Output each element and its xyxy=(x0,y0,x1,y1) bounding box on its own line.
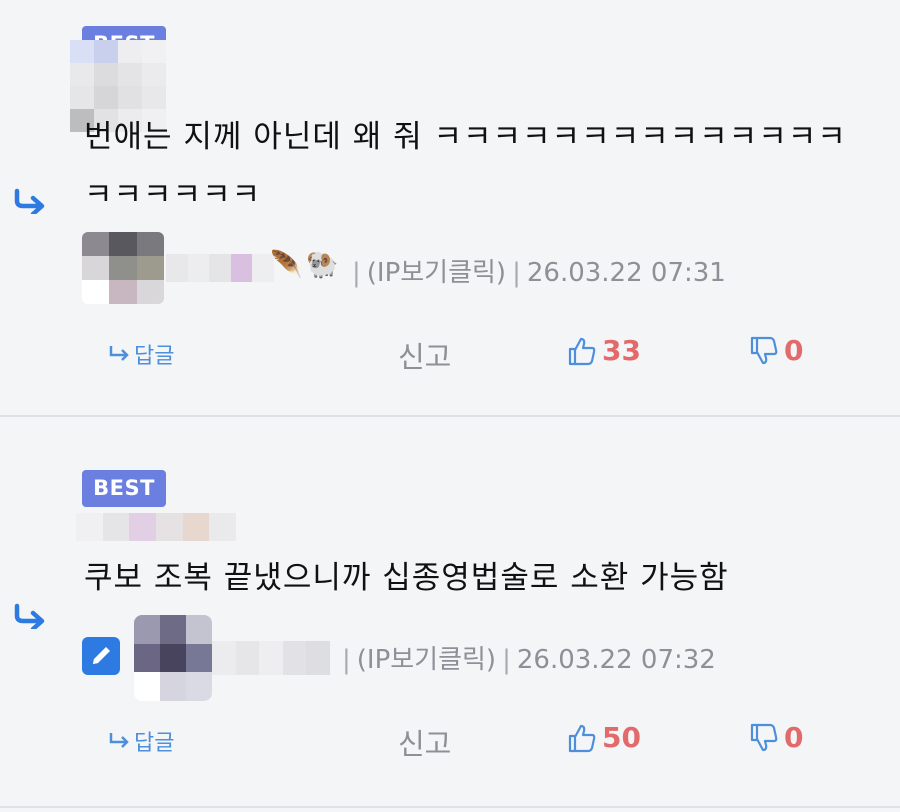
comment-divider xyxy=(0,806,900,808)
thumbs-down-icon xyxy=(750,723,778,751)
like-button[interactable]: 33 xyxy=(566,334,641,367)
reply-label: 답글 xyxy=(134,344,175,369)
comment-item: BEST 번애는 지께 아닌데 왜 줘 ㅋㅋㅋㅋㅋㅋㅋㅋㅋㅋㅋㅋㅋㅋㅋㅋㅋㅋㅋㅋ… xyxy=(0,0,900,415)
comment-meta: | (IP보기클릭) | 26.03.22 07:32 xyxy=(336,639,716,676)
ip-view-link[interactable]: (IP보기클릭) xyxy=(357,645,496,675)
pencil-icon xyxy=(82,637,120,675)
like-button[interactable]: 50 xyxy=(566,721,641,754)
dislike-button[interactable]: 0 xyxy=(748,334,803,367)
report-button[interactable]: 신고 xyxy=(398,334,451,376)
thumbs-up-icon xyxy=(568,724,596,752)
dislike-button[interactable]: 0 xyxy=(748,721,803,754)
meta-separator: | xyxy=(342,645,351,675)
ip-view-link[interactable]: (IP보기클릭) xyxy=(367,258,506,288)
redacted-author-name xyxy=(166,254,274,282)
reply-label: 답글 xyxy=(134,731,175,756)
dislike-count: 0 xyxy=(784,721,804,754)
comment-item: BEST 쿠보 조복 끝냈으니까 십종영법술로 소환 가능함 | (IP보기클릭)… xyxy=(0,417,900,806)
comment-actions: 답글 신고 50 0 xyxy=(0,721,900,765)
best-badge: BEST xyxy=(82,470,166,507)
reply-arrow-icon xyxy=(14,603,45,629)
thumbs-down-icon xyxy=(750,336,778,364)
timestamp: 26.03.22 07:32 xyxy=(516,645,716,675)
comment-meta: | (IP보기클릭) | 26.03.22 07:31 xyxy=(346,252,726,289)
meta-separator: | xyxy=(512,258,521,288)
reply-arrow-icon xyxy=(14,188,45,214)
redacted-author-name xyxy=(212,641,330,675)
reply-button[interactable]: 답글 xyxy=(108,725,174,757)
reply-button[interactable]: 답글 xyxy=(108,338,174,370)
timestamp: 26.03.22 07:31 xyxy=(526,258,726,288)
thumbs-up-icon xyxy=(568,337,596,365)
report-button[interactable]: 신고 xyxy=(398,721,451,763)
meta-separator: | xyxy=(502,645,511,675)
feather-icon: 🪶 xyxy=(270,250,303,280)
reply-small-icon xyxy=(109,733,129,748)
comment-actions: 답글 신고 33 0 xyxy=(0,334,900,378)
comment-text: 번애는 지께 아닌데 왜 줘 ㅋㅋㅋㅋㅋㅋㅋㅋㅋㅋㅋㅋㅋㅋㅋㅋㅋㅋㅋㅋ xyxy=(84,119,847,213)
dislike-count: 0 xyxy=(784,334,804,367)
avatar[interactable] xyxy=(134,615,212,701)
sheep-icon: 🐏 xyxy=(306,250,339,280)
reply-small-icon xyxy=(109,346,129,361)
comment-text: 쿠보 조복 끝냈으니까 십종영법술로 소환 가능함 xyxy=(84,560,729,596)
like-count: 50 xyxy=(602,721,641,754)
redacted-nickname-block xyxy=(76,513,236,541)
like-count: 33 xyxy=(602,334,641,367)
meta-separator: | xyxy=(352,258,361,288)
avatar[interactable] xyxy=(82,232,164,304)
